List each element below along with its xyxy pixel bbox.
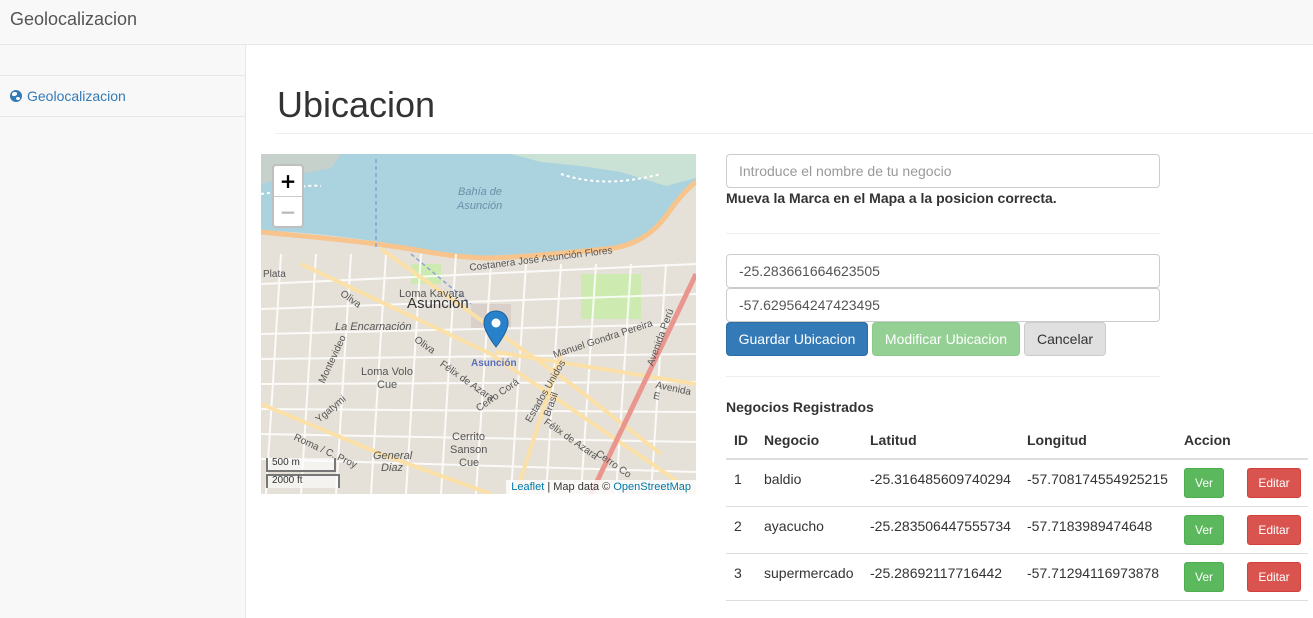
save-location-button[interactable]: Guardar Ubicacion [726, 322, 868, 356]
cell-negocio: baldio [764, 471, 802, 487]
sidebar: Geolocalizacion [0, 45, 246, 618]
zoom-in-button[interactable]: + [274, 166, 302, 196]
longitude-input[interactable] [726, 288, 1160, 322]
scale-imperial: 2000 ft [266, 474, 340, 488]
view-button[interactable]: Ver [1184, 562, 1224, 592]
cell-id: 1 [734, 471, 742, 487]
navbar-brand[interactable]: Geolocalizacion [10, 9, 137, 30]
header-id: ID [734, 432, 748, 448]
row-divider [726, 553, 1308, 554]
view-button[interactable]: Ver [1184, 515, 1224, 545]
navbar: Geolocalizacion [0, 0, 1313, 45]
help-text: Mueva la Marca en el Mapa a la posicion … [726, 190, 1057, 206]
leaflet-link[interactable]: Leaflet [511, 481, 544, 493]
edit-button[interactable]: Editar [1247, 515, 1301, 545]
table-title: Negocios Registrados [726, 399, 874, 415]
attribution-text: | Map data © [544, 481, 614, 493]
zoom-control: + − [272, 164, 304, 228]
cell-longitud: -57.7183989474648 [1027, 518, 1153, 534]
page-title: Ubicacion [277, 84, 436, 125]
location-marker-icon[interactable] [483, 310, 509, 348]
map-label-diaz: Diaz [381, 462, 404, 474]
header-accion: Accion [1184, 432, 1231, 448]
cell-longitud: -57.708174554925215 [1027, 471, 1168, 487]
modify-location-button[interactable]: Modificar Ubicacion [872, 322, 1020, 356]
map-label-cerrito: Cerrito [452, 431, 486, 443]
map-label-marker: Asunción [471, 358, 517, 369]
view-button[interactable]: Ver [1184, 468, 1224, 498]
scale-metric: 500 m [266, 458, 336, 472]
row-divider [726, 506, 1308, 507]
map-label-bay2: Asunción [457, 200, 503, 212]
business-name-input[interactable] [726, 154, 1160, 188]
map-label-cue2: Cue [459, 457, 480, 469]
zoom-out-button[interactable]: − [274, 196, 302, 226]
header-negocio: Negocio [764, 432, 820, 448]
latitude-input[interactable] [726, 254, 1160, 288]
sidebar-item-geolocalizacion[interactable]: Geolocalizacion [0, 75, 245, 117]
form-divider [726, 233, 1160, 234]
map-attribution: Leaflet | Map data © OpenStreetMap [506, 480, 696, 494]
map-label-city: Asunción [407, 295, 469, 312]
sidebar-item-label: Geolocalizacion [27, 88, 126, 104]
osm-link[interactable]: OpenStreetMap [613, 481, 691, 493]
cancel-button[interactable]: Cancelar [1024, 322, 1106, 356]
map-label-general: General [373, 450, 413, 462]
cell-latitud: -25.283506447555734 [870, 518, 1011, 534]
map-label-sanson: Sanson [450, 444, 488, 456]
cell-id: 3 [734, 565, 742, 581]
map-label-encarnacion: La Encarnación [335, 321, 412, 333]
cell-latitud: -25.28692117716442 [870, 565, 1003, 581]
edit-button[interactable]: Editar [1247, 468, 1301, 498]
map-label-loma-volo: Loma Volo [361, 366, 413, 378]
map-label-plata: Plata [263, 269, 286, 280]
edit-button[interactable]: Editar [1247, 562, 1301, 592]
map[interactable]: Bahía de Asunción Costanera José Asunció… [261, 154, 696, 494]
header-latitud: Latitud [870, 432, 917, 448]
cell-longitud: -57.71294116973878 [1027, 565, 1160, 581]
map-label-bay: Bahía de [458, 186, 503, 198]
row-divider [726, 600, 1308, 601]
cell-latitud: -25.316485609740294 [870, 471, 1011, 487]
title-divider [275, 133, 1313, 134]
form-divider-2 [726, 376, 1160, 377]
table-header-rule [726, 458, 1308, 460]
cell-negocio: ayacucho [764, 518, 824, 534]
cell-id: 2 [734, 518, 742, 534]
header-longitud: Longitud [1027, 432, 1087, 448]
cell-negocio: supermercado [764, 565, 854, 581]
globe-icon [10, 90, 22, 102]
map-label-cue: Cue [377, 379, 398, 391]
